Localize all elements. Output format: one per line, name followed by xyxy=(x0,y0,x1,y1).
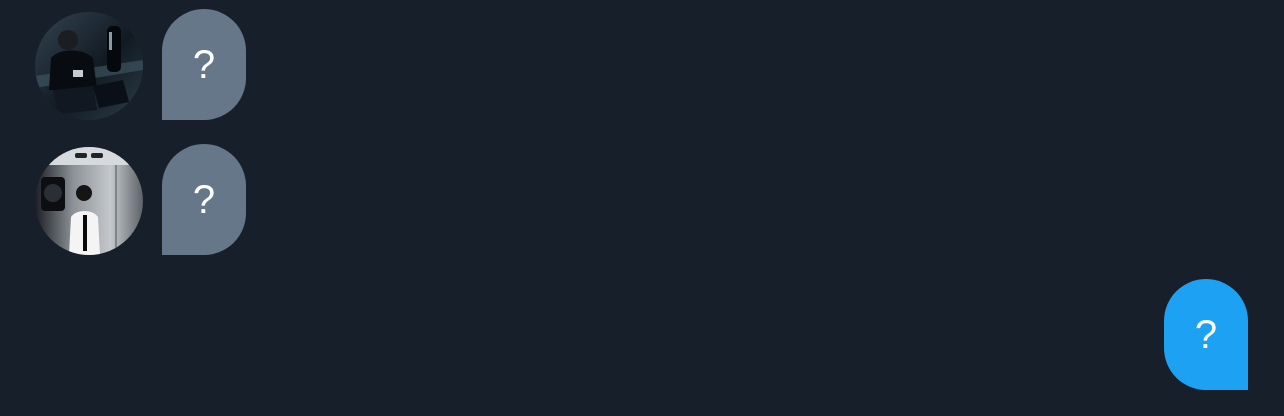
incoming-message-bubble[interactable]: ? xyxy=(162,9,246,120)
message-row-incoming: ? xyxy=(35,9,246,121)
avatar[interactable] xyxy=(35,147,143,255)
message-text: ? xyxy=(192,42,216,87)
outgoing-message-bubble[interactable]: ? xyxy=(1164,279,1248,390)
incoming-message-bubble[interactable]: ? xyxy=(162,144,246,255)
message-text: ? xyxy=(192,177,216,222)
avatar[interactable] xyxy=(35,12,143,120)
message-row-incoming: ? xyxy=(35,144,246,256)
message-text: ? xyxy=(1194,312,1218,357)
